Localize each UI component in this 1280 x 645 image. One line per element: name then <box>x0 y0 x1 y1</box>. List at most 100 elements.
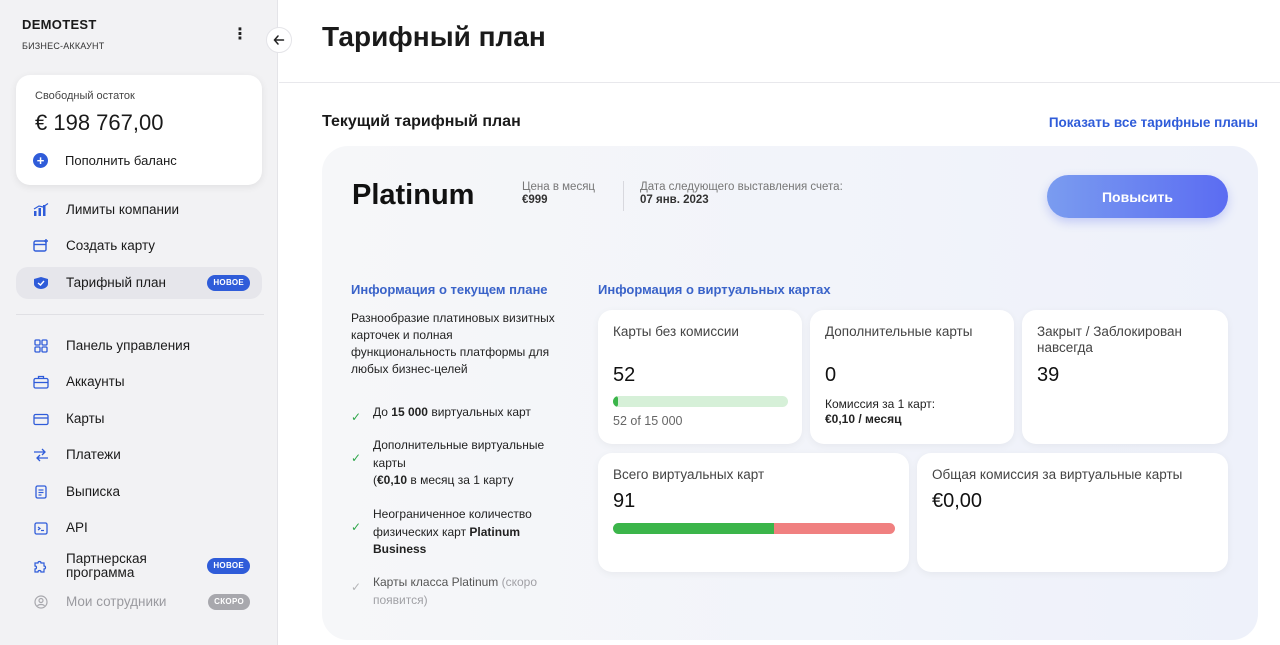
closed-cards-segment <box>774 523 895 534</box>
sidebar-item-payments[interactable]: Платежи <box>16 439 262 471</box>
sidebar-item-label: Тарифный план <box>66 275 166 290</box>
free-cards-label: Карты без комиссии <box>613 324 739 339</box>
chart-icon <box>33 202 49 218</box>
commission-label: Комиссия за 1 карт: <box>825 397 936 411</box>
sidebar-item-label: Аккаунты <box>66 374 125 389</box>
check-icon: ✓ <box>351 520 362 534</box>
transfer-icon <box>33 447 49 463</box>
sidebar-item-label: Лимиты компании <box>66 202 180 217</box>
sidebar-item-label: Карты <box>66 411 105 426</box>
check-icon: ✓ <box>351 580 362 594</box>
price-block: Цена в месяц €999 <box>522 181 595 206</box>
plan-description: Разнообразие платиновых визитных карточе… <box>351 311 555 376</box>
puzzle-icon <box>33 558 49 574</box>
plus-circle-icon: + <box>33 153 48 168</box>
current-plan-heading: Текущий тарифный план <box>322 113 521 130</box>
sidebar-item-label: Создать карту <box>66 238 156 253</box>
total-cards-split-bar <box>613 523 895 534</box>
collapse-sidebar-button[interactable] <box>266 27 292 53</box>
total-commission-value: €0,00 <box>932 490 983 512</box>
feature-text: Дополнительные виртуальные карты (€0,10 в… <box>373 438 545 487</box>
extra-cards-label: Дополнительные карты <box>825 324 973 339</box>
feature-item: ✓ До 15 000 виртуальных карт <box>351 404 581 424</box>
balance-value: € 198 767,00 <box>35 110 164 135</box>
closed-cards-label: Закрыт / Заблокирован навсегда <box>1037 324 1182 355</box>
feature-item: ✓ Неограниченное количество физических к… <box>351 506 581 559</box>
extra-cards-value: 0 <box>825 364 837 386</box>
grid-icon <box>33 338 49 354</box>
arrow-left-icon <box>273 35 285 45</box>
check-icon: ✓ <box>351 410 362 424</box>
free-cards-progress-fill <box>613 396 619 407</box>
check-icon: ✓ <box>351 451 362 465</box>
feature-item: ✓ Карты класса Platinum (скоро появится) <box>351 574 581 609</box>
sidebar-item-dashboard[interactable]: Панель управления <box>16 330 262 362</box>
active-cards-segment <box>613 523 775 534</box>
sidebar-item-tariff-plan[interactable]: Тарифный план НОВОЕ <box>16 267 262 299</box>
closed-cards-card: Закрыт / Заблокирован навсегда 39 <box>1022 310 1228 444</box>
feature-item: ✓ Дополнительные виртуальные карты (€0,10… <box>351 437 581 490</box>
free-cards-progress <box>613 396 788 407</box>
feature-text: До 15 000 виртуальных карт <box>373 405 531 419</box>
upgrade-button[interactable]: Повысить <box>1047 175 1228 218</box>
sidebar-item-label: Панель управления <box>66 338 191 353</box>
current-plan-panel: Platinum Цена в месяц €999 Дата следующе… <box>322 146 1258 640</box>
sidebar-item-my-employees: Мои сотрудники СКОРО <box>16 586 262 618</box>
free-cards-usage: 52 of 15 000 <box>613 414 683 428</box>
plan-info-heading: Информация о текущем плане <box>351 282 548 297</box>
sidebar-item-company-limits[interactable]: Лимиты компании <box>16 194 262 226</box>
balance-label: Свободный остаток <box>35 90 135 102</box>
sidebar-item-label: Партнерская программа <box>66 551 147 580</box>
sidebar-item-label: Платежи <box>66 447 121 462</box>
briefcase-icon <box>33 374 49 390</box>
extra-cards-card: Дополнительные карты 0 Комиссия за 1 кар… <box>810 310 1014 444</box>
closed-cards-value: 39 <box>1037 364 1060 386</box>
card-plus-icon <box>33 238 49 254</box>
terminal-icon <box>33 520 49 536</box>
sidebar-divider <box>16 314 264 315</box>
feature-text: Карты класса Platinum (скоро появится) <box>373 575 538 607</box>
sidebar-item-statement[interactable]: Выписка <box>16 476 262 508</box>
sidebar-item-partner-program[interactable]: Партнерская программа НОВОЕ <box>16 549 262 583</box>
card-icon <box>33 411 49 427</box>
new-badge: НОВОЕ <box>207 275 250 291</box>
main-content: Тарифный план Текущий тарифный план Пока… <box>279 0 1280 645</box>
account-type: БИЗНЕС-АККАУНТ <box>22 41 105 51</box>
soon-badge: СКОРО <box>208 594 250 610</box>
topup-balance-button[interactable]: + Пополнить баланс <box>33 153 177 168</box>
free-cards-card: Карты без комиссии 52 52 of 15 000 <box>598 310 802 444</box>
virtual-cards-heading: Информация о виртуальных картах <box>598 282 831 297</box>
meta-divider <box>623 181 624 211</box>
total-cards-value: 91 <box>613 490 636 512</box>
topup-balance-label: Пополнить баланс <box>65 153 177 168</box>
commission-value: €0,10 / месяц <box>825 412 902 426</box>
next-invoice-block: Дата следующего выставления счета: 07 ян… <box>640 181 843 206</box>
plan-icon <box>33 275 49 291</box>
balance-card: Свободный остаток € 198 767,00 + Пополни… <box>16 75 262 185</box>
account-name: DEMOTEST <box>22 17 97 32</box>
sidebar-item-label: API <box>66 520 88 535</box>
sidebar-item-label: Выписка <box>66 484 121 499</box>
user-icon <box>33 594 49 610</box>
total-commission-label: Общая комиссия за виртуальные карты <box>932 467 1183 482</box>
sidebar-item-create-card[interactable]: Создать карту <box>16 230 262 262</box>
price-label: Цена в месяц <box>522 181 596 193</box>
sidebar-item-api[interactable]: API <box>16 512 262 544</box>
document-icon <box>33 484 49 500</box>
sidebar-item-cards[interactable]: Карты <box>16 403 262 435</box>
price-value: €999 <box>522 194 548 206</box>
total-commission-card: Общая комиссия за виртуальные карты €0,0… <box>917 453 1228 572</box>
total-cards-card: Всего виртуальных карт 91 <box>598 453 909 572</box>
next-invoice-label: Дата следующего выставления счета: <box>640 181 843 193</box>
sidebar-item-label: Мои сотрудники <box>66 594 167 609</box>
feature-text: Неограниченное количество физических кар… <box>373 507 532 556</box>
more-options-icon[interactable]: ⋮ <box>232 27 248 46</box>
header-divider <box>279 82 1280 83</box>
sidebar-item-accounts[interactable]: Аккаунты <box>16 366 262 398</box>
sidebar: DEMOTEST БИЗНЕС-АККАУНТ ⋮ Свободный оста… <box>0 0 278 645</box>
total-cards-label: Всего виртуальных карт <box>613 467 765 482</box>
free-cards-value: 52 <box>613 364 636 386</box>
page-title: Тарифный план <box>322 21 546 52</box>
show-all-plans-link[interactable]: Показать все тарифные планы <box>1049 115 1258 130</box>
plan-name: Platinum <box>352 179 475 211</box>
